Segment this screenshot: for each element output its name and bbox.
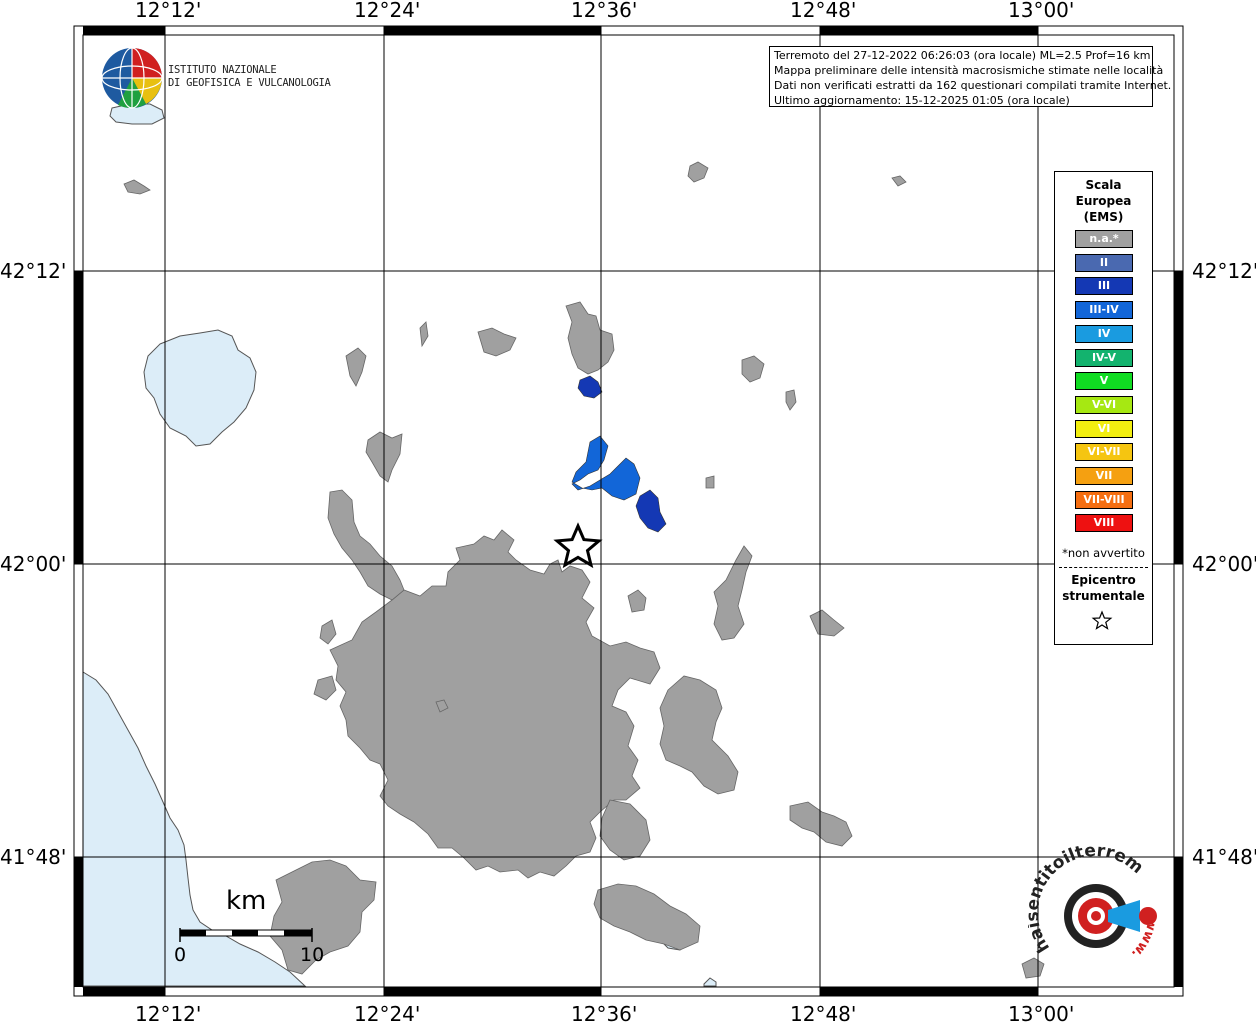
legend-item: VIII bbox=[1075, 514, 1133, 533]
lon-label-top: 13°00' bbox=[1008, 0, 1075, 22]
lat-label-right: 42°00' bbox=[1192, 552, 1256, 576]
legend-epicenter-label: Epicentro strumentale bbox=[1055, 572, 1152, 604]
lon-label-bottom: 12°48' bbox=[790, 1002, 857, 1026]
scale-start: 0 bbox=[174, 944, 187, 966]
legend-item: IV bbox=[1075, 324, 1133, 343]
legend-item: III bbox=[1075, 277, 1133, 296]
lat-label-right: 41°48' bbox=[1192, 845, 1256, 869]
legend-title-line3: (EMS) bbox=[1083, 210, 1124, 224]
event-info-line1: Terremoto del 27-12-2022 06:26:03 (ora l… bbox=[774, 49, 1151, 62]
legend-item: VII bbox=[1075, 467, 1133, 485]
legend-item: IV-V bbox=[1075, 348, 1133, 367]
lon-label-bottom: 12°36' bbox=[571, 1002, 638, 1026]
lon-label-top: 12°12' bbox=[135, 0, 202, 22]
legend-note: *non avvertito bbox=[1062, 546, 1145, 560]
legend-item: II bbox=[1075, 253, 1133, 272]
lon-label-top: 12°24' bbox=[354, 0, 421, 22]
urban-east-8 bbox=[705, 475, 715, 489]
event-info-line2: Mappa preliminare delle intensità macros… bbox=[774, 64, 1164, 77]
legend-epicenter-line2: strumentale bbox=[1062, 589, 1145, 603]
legend-item: III-IV bbox=[1075, 301, 1133, 320]
legend-item: VI bbox=[1075, 419, 1133, 438]
scale-unit: km bbox=[226, 886, 267, 916]
legend-item: n.a.* bbox=[1075, 230, 1133, 248]
legend-item: VI-VII bbox=[1075, 443, 1133, 462]
lon-label-bottom: 12°24' bbox=[354, 1002, 421, 1026]
legend-separator bbox=[1059, 567, 1148, 568]
event-info-box: Terremoto del 27-12-2022 06:26:03 (ora l… bbox=[769, 46, 1172, 107]
lon-label-top: 12°48' bbox=[790, 0, 857, 22]
event-info-line3: Dati non verificati estratti da 162 ques… bbox=[774, 79, 1172, 92]
legend-title-line2: Europea bbox=[1075, 194, 1132, 208]
map-root: 12°12' 12°24' 12°36' 12°48' 13°00' 12°12… bbox=[0, 0, 1256, 1026]
legend-item: V-VI bbox=[1075, 395, 1133, 414]
lon-label-bottom: 12°12' bbox=[135, 1002, 202, 1026]
haisentito-logo-icon: haisentitoilterremoto.it www. bbox=[1028, 838, 1159, 961]
lat-label-right: 42°12' bbox=[1192, 259, 1256, 283]
event-info-line4: Ultimo aggiornamento: 15-12-2025 01:05 (… bbox=[774, 94, 1070, 107]
lat-label-left: 42°12' bbox=[0, 259, 67, 283]
legend-title: Scala Europea (EMS) bbox=[1055, 177, 1152, 225]
ingv-logo-icon bbox=[101, 47, 163, 109]
ingv-logo-line2: DI GEOFISICA E VULCANOLOGIA bbox=[168, 77, 331, 89]
ingv-logo-text: ISTITUTO NAZIONALE DI GEOFISICA E VULCAN… bbox=[168, 64, 331, 90]
lat-label-left: 42°00' bbox=[0, 552, 67, 576]
ingv-logo-line1: ISTITUTO NAZIONALE bbox=[168, 64, 277, 76]
intensity-legend: Scala Europea (EMS) n.a.* II III III-IV IV IV… bbox=[1054, 171, 1153, 645]
lat-label-left: 41°48' bbox=[0, 845, 67, 869]
legend-epicenter-line1: Epicentro bbox=[1071, 573, 1136, 587]
legend-title-line1: Scala bbox=[1085, 178, 1122, 192]
scale-end: 10 bbox=[300, 944, 325, 966]
lon-label-top: 12°36' bbox=[571, 0, 638, 22]
legend-star-icon bbox=[1091, 610, 1113, 630]
lon-label-bottom: 13°00' bbox=[1008, 1002, 1075, 1026]
legend-item: VII-VIII bbox=[1075, 490, 1133, 509]
legend-item: V bbox=[1075, 372, 1133, 391]
